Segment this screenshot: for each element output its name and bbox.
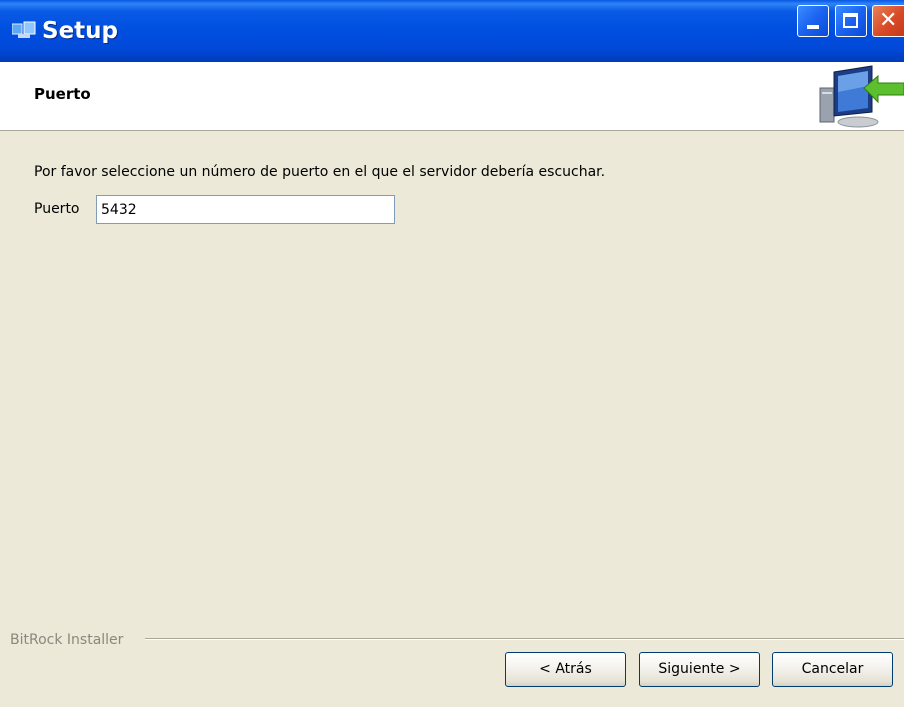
- back-button[interactable]: < Atrás: [505, 652, 626, 687]
- title-bar[interactable]: Setup ✕: [0, 0, 904, 62]
- next-button[interactable]: Siguiente >: [639, 652, 760, 687]
- minimize-button[interactable]: [797, 5, 829, 37]
- close-icon: ✕: [879, 8, 898, 33]
- window-title: Setup: [42, 18, 118, 44]
- footer-separator: [145, 638, 904, 640]
- port-label: Puerto: [34, 201, 80, 217]
- maximize-icon: [843, 13, 858, 28]
- installer-brand-label: BitRock Installer: [10, 630, 130, 650]
- port-input[interactable]: [96, 195, 395, 224]
- setup-app-icon: [12, 21, 36, 38]
- minimize-icon: [807, 25, 819, 29]
- instruction-text: Por favor seleccione un número de puerto…: [34, 164, 606, 180]
- page-title: Puerto: [34, 85, 91, 103]
- close-button[interactable]: ✕: [872, 5, 904, 37]
- computer-install-icon: [819, 65, 904, 128]
- setup-window: Setup ✕ Puerto Por favor seleccione un n…: [0, 0, 904, 707]
- wizard-header: Puerto: [0, 62, 904, 131]
- cancel-button[interactable]: Cancelar: [772, 652, 893, 687]
- maximize-button[interactable]: [835, 5, 867, 37]
